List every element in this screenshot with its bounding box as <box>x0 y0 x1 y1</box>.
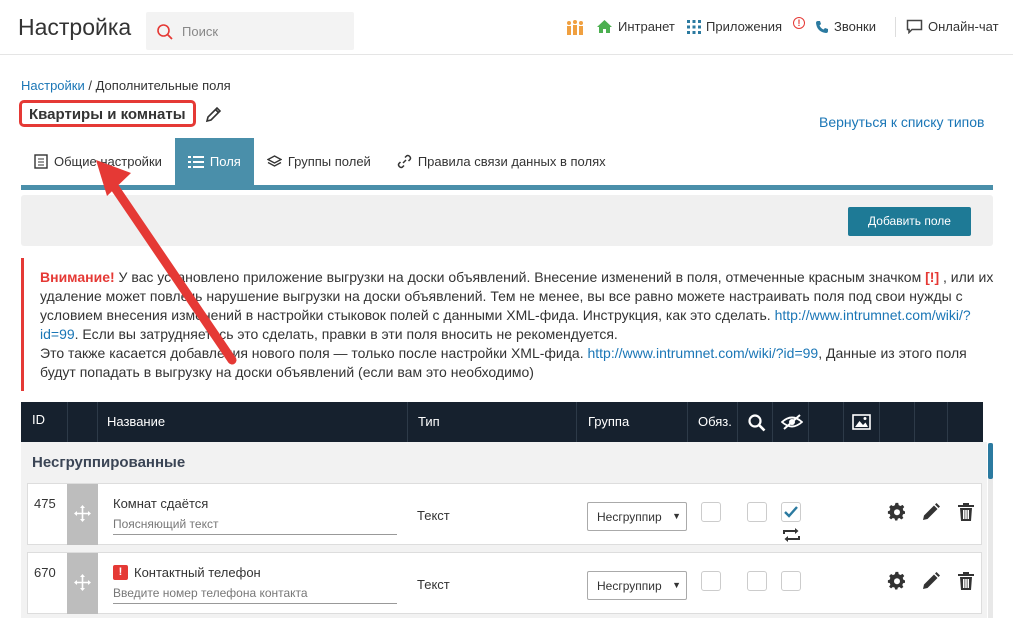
nav-intranet[interactable]: Интранет <box>596 19 675 34</box>
group-select-value: Несгруппир <box>597 510 662 524</box>
nav-intranet-label: Интранет <box>618 19 675 34</box>
tab-field-groups-label: Группы полей <box>287 154 371 169</box>
search-icon <box>157 24 173 40</box>
layers-icon <box>266 154 282 167</box>
document-icon <box>34 154 48 169</box>
move-arrows-icon <box>74 505 91 522</box>
hidden-checkbox[interactable] <box>781 571 801 591</box>
chevron-down-icon: ▼ <box>672 511 681 521</box>
col-id: ID <box>32 412 45 427</box>
search-placeholder: Поиск <box>182 24 219 39</box>
nav-chat[interactable]: Онлайн-чат <box>906 19 999 34</box>
edit-pencil-icon[interactable] <box>921 502 941 522</box>
table-row: 475 Комнат сдаётся Поясняющий текст Текс… <box>27 483 982 545</box>
nav-apps-label: Приложения <box>706 19 783 34</box>
tab-link-rules-label: Правила связи данных в полях <box>417 154 606 169</box>
home-icon <box>597 20 612 33</box>
phone-icon <box>816 20 828 33</box>
users-chart-icon[interactable] <box>565 19 590 35</box>
nav-apps[interactable]: Приложения <box>687 19 782 34</box>
chat-icon <box>906 19 923 34</box>
top-bar: Настройка Поиск Интранет Приложения ! Зв… <box>0 0 1013 55</box>
entity-title: Квартиры и комнаты <box>19 100 196 127</box>
col-required: Обяз. <box>698 414 732 429</box>
searchable-checkbox[interactable] <box>747 502 767 522</box>
required-checkbox[interactable] <box>701 502 721 522</box>
warning-title: Внимание! <box>40 269 115 285</box>
tabs-underline <box>21 185 993 190</box>
hidden-column-eye-slash-icon <box>781 414 803 430</box>
tab-field-groups[interactable]: Группы полей <box>254 138 384 185</box>
drag-handle[interactable] <box>67 484 98 545</box>
field-type: Текст <box>417 577 450 592</box>
xml-feed-warning-icon: ! <box>113 565 128 580</box>
warning-text-4: Это также касается добавления нового пол… <box>40 345 588 361</box>
image-column-picture-icon <box>852 414 871 430</box>
back-to-types-link[interactable]: Вернуться к списку типов <box>819 114 984 130</box>
hidden-checkbox[interactable] <box>781 502 801 522</box>
field-name: Контактный телефон <box>134 565 261 580</box>
checkmark-icon <box>784 506 798 518</box>
tab-general-settings-label: Общие настройки <box>54 154 162 169</box>
required-checkbox[interactable] <box>701 571 721 591</box>
field-hint-input[interactable]: Введите номер телефона контакта <box>113 584 397 604</box>
trash-icon[interactable] <box>957 502 975 522</box>
apps-alert-icon: ! <box>793 17 805 29</box>
list-icon <box>187 155 204 168</box>
col-type: Тип <box>418 414 440 429</box>
tabs: Общие настройки Поля Группы полей Правил… <box>21 138 619 185</box>
nav-calls[interactable]: Звонки <box>815 19 876 34</box>
link-icon <box>397 154 412 169</box>
tab-fields-label: Поля <box>209 154 241 169</box>
add-field-button[interactable]: Добавить поле <box>848 207 971 236</box>
field-hint-input[interactable]: Поясняющий текст <box>113 515 397 535</box>
edit-pencil-icon[interactable] <box>921 571 941 591</box>
gear-icon[interactable] <box>887 571 907 591</box>
app-title: Настройка <box>18 14 132 40</box>
scrollbar-thumb[interactable] <box>988 443 993 479</box>
warning-mark: [!] <box>925 269 940 285</box>
chevron-down-icon: ▼ <box>672 580 681 590</box>
apps-grid-icon <box>687 19 701 34</box>
drag-handle[interactable] <box>67 553 98 614</box>
warning-text-1: У вас установлено приложение выгрузки на… <box>114 269 926 285</box>
tab-general-settings[interactable]: Общие настройки <box>21 138 175 185</box>
xml-feed-warning: Внимание! У вас установлено приложение в… <box>21 258 996 391</box>
table-header: ID Название Тип Группа Обяз. <box>21 402 983 442</box>
col-name: Название <box>107 414 166 429</box>
breadcrumb-current: Дополнительные поля <box>95 78 231 93</box>
tab-link-rules[interactable]: Правила связи данных в полях <box>384 138 619 185</box>
breadcrumb: Настройки / Дополнительные поля <box>21 78 231 93</box>
nav-chat-label: Онлайн-чат <box>928 19 999 34</box>
warning-text-3: . Если вы затрудняетесь это сделать, пра… <box>74 326 618 342</box>
move-arrows-icon <box>74 574 91 591</box>
col-group: Группа <box>588 414 630 429</box>
action-bar: Добавить поле <box>21 195 993 246</box>
group-title: Несгруппированные <box>32 454 186 471</box>
edit-title-pencil-icon[interactable] <box>204 104 224 124</box>
warning-link-2[interactable]: http://www.intrumnet.com/wiki/?id=99 <box>587 345 818 361</box>
breadcrumb-separator: / <box>84 78 96 93</box>
field-name: Комнат сдаётся <box>113 496 209 511</box>
search-input[interactable]: Поиск <box>146 12 354 50</box>
row-id: 670 <box>34 565 56 580</box>
nav-divider <box>895 17 896 37</box>
trash-icon[interactable] <box>957 571 975 591</box>
sync-arrows-icon[interactable] <box>782 527 801 543</box>
searchable-checkbox[interactable] <box>747 571 767 591</box>
tab-fields[interactable]: Поля <box>174 138 254 185</box>
group-select[interactable]: Несгруппир ▼ <box>587 571 687 600</box>
group-select[interactable]: Несгруппир ▼ <box>587 502 687 531</box>
table-row: 670 ! Контактный телефон Введите номер т… <box>27 552 982 614</box>
nav-calls-label: Звонки <box>834 19 876 34</box>
field-type: Текст <box>417 508 450 523</box>
table-body: Несгруппированные 475 Комнат сдаётся Поя… <box>21 442 987 618</box>
row-id: 475 <box>34 496 56 511</box>
searchable-column-search-icon <box>748 414 766 432</box>
group-select-value: Несгруппир <box>597 579 662 593</box>
field-name-with-flag: ! Контактный телефон <box>113 565 261 580</box>
breadcrumb-root-link[interactable]: Настройки <box>21 78 85 93</box>
gear-icon[interactable] <box>887 502 907 522</box>
